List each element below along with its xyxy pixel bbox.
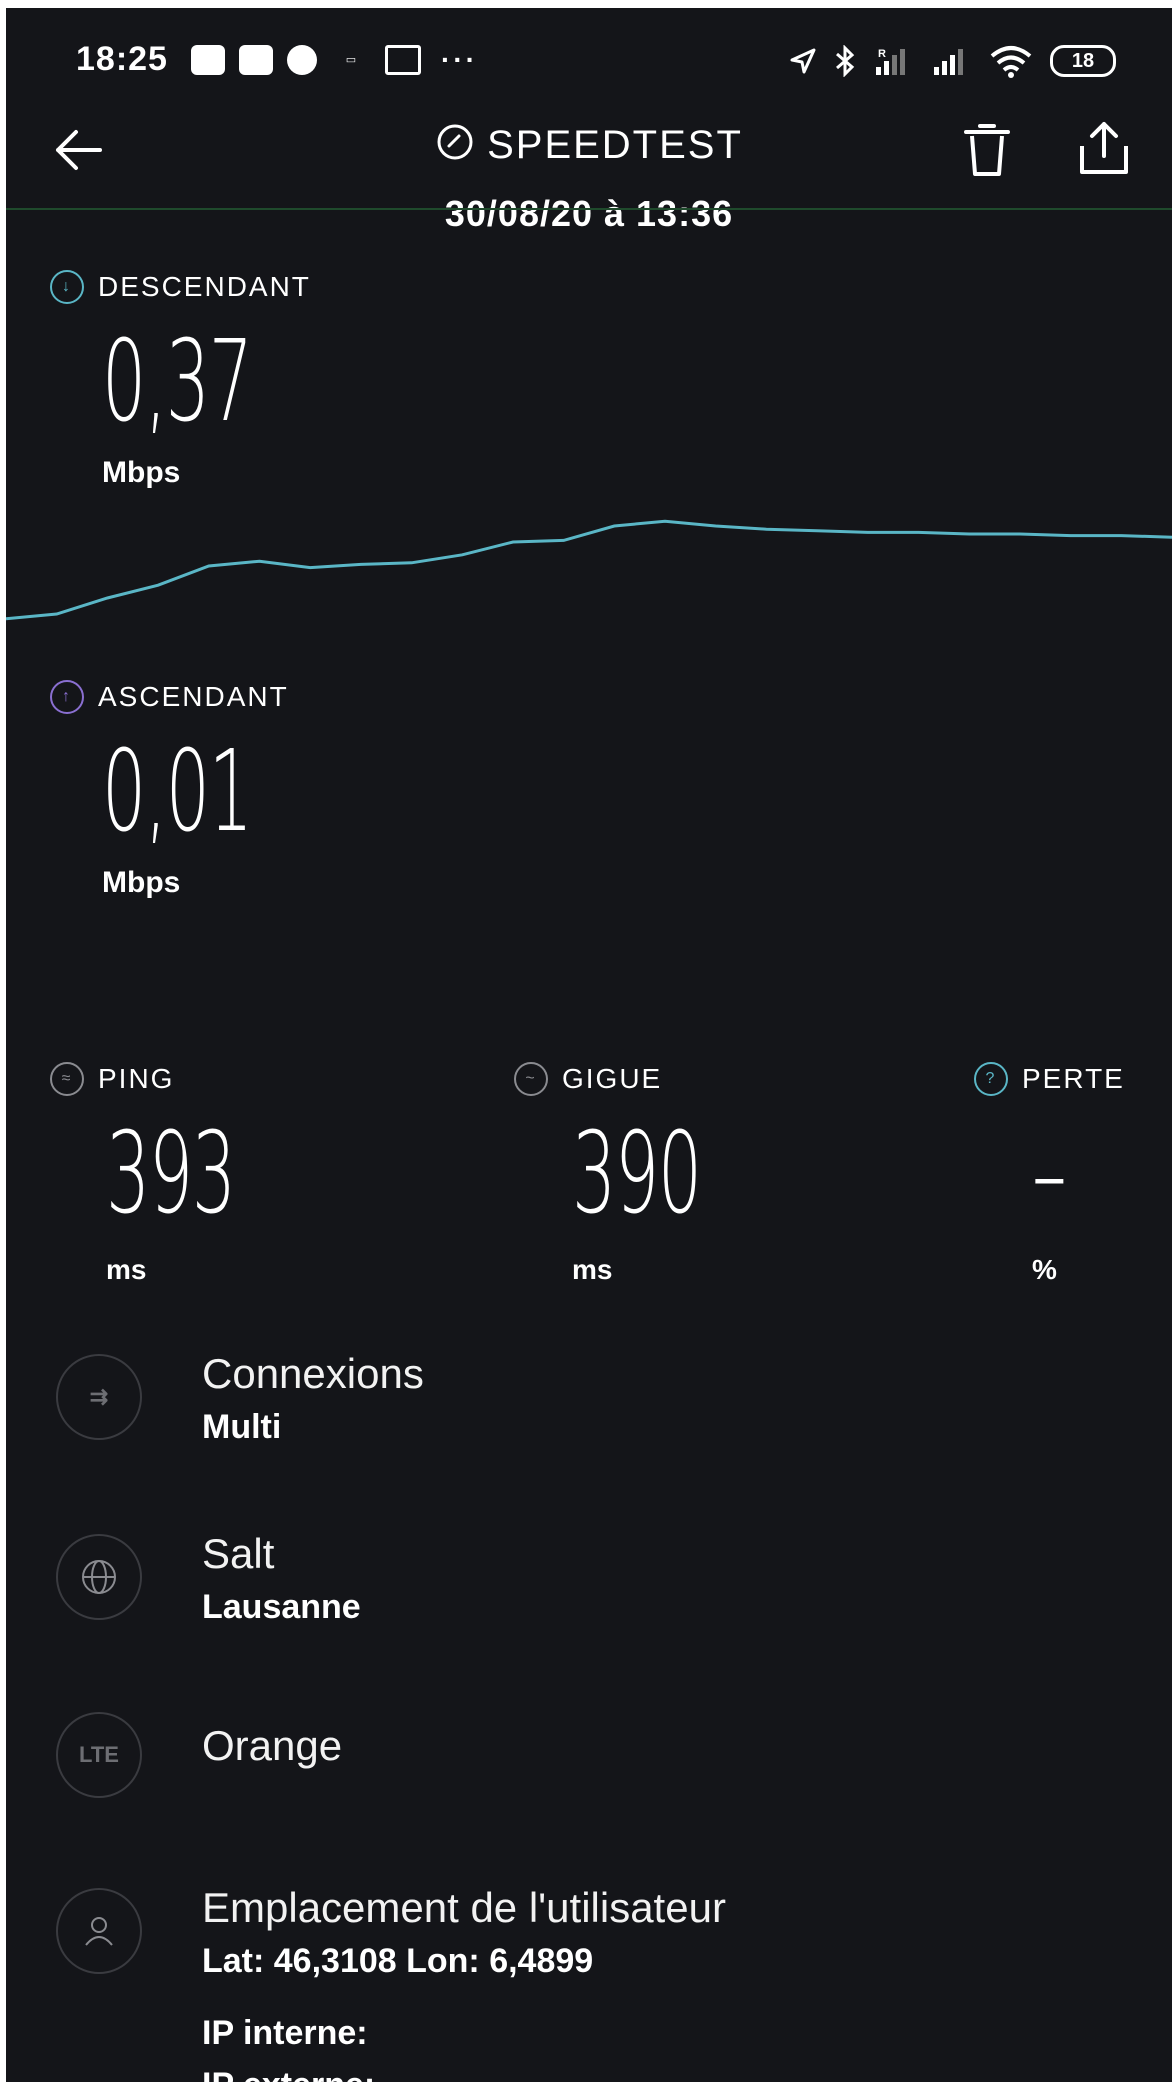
wifi-icon [990, 46, 1032, 78]
download-label: ↓ DESCENDANT [50, 270, 311, 304]
more-notifications-icon: ··· [441, 44, 478, 75]
system-icons: R 18 [788, 44, 1116, 78]
ping-label-text: PING [98, 1063, 175, 1094]
title-text: SPEEDTEST [487, 123, 743, 167]
download-icon: ↓ [50, 270, 84, 304]
share-icon[interactable] [1076, 118, 1132, 178]
upload-value: 0,01 [102, 727, 253, 857]
internal-ip: IP interne: [202, 2014, 368, 2052]
header-divider [6, 208, 1172, 210]
location-row: Emplacement de l'utilisateur Lat: 46,310… [56, 1884, 1056, 1998]
jitter-icon: ~ [514, 1062, 548, 1096]
server-provider: Salt [202, 1530, 275, 1577]
mail-icon [385, 45, 421, 75]
bluetooth-icon [836, 45, 855, 77]
test-datetime: 30/08/20 à 13:36 [444, 193, 734, 234]
youtube-icon [239, 45, 273, 75]
ping-value: 393 [106, 1109, 236, 1239]
globe-icon [56, 1534, 142, 1620]
battery-icon: 18 [1050, 45, 1116, 77]
speedometer-icon [437, 124, 473, 160]
connections-icon: ⇉ [56, 1354, 142, 1440]
lte-icon: LTE [56, 1712, 142, 1798]
location-coordinates: Lat: 46,3108 Lon: 6,4899 [202, 1942, 594, 1980]
signal-roaming-icon: R [876, 48, 905, 75]
loss-label-text: PERTE [1022, 1063, 1125, 1094]
svg-text:R: R [878, 48, 886, 60]
provider-row: LTE Orange [56, 1712, 1056, 1822]
message-icon [191, 45, 225, 75]
upload-icon: ↑ [50, 680, 84, 714]
loss-label: ? PERTE [974, 1062, 1125, 1096]
user-icon [56, 1888, 142, 1974]
location-title: Emplacement de l'utilisateur [202, 1884, 726, 1931]
download-value: 0,37 [102, 317, 253, 447]
connections-row: ⇉ Connexions Multi [56, 1350, 1056, 1464]
ping-icon: ≈ [50, 1062, 84, 1096]
delete-icon[interactable] [962, 122, 1012, 178]
download-graph [6, 519, 1172, 621]
connections-title: Connexions [202, 1350, 424, 1397]
help-icon[interactable]: ? [974, 1062, 1008, 1096]
loss-unit: % [1032, 1254, 1057, 1285]
upload-label-text: ASCENDANT [98, 681, 289, 712]
jitter-unit: ms [572, 1254, 613, 1285]
app-header: SPEEDTEST 30/08/20 à 13:36 [6, 108, 1172, 234]
jitter-label-text: GIGUE [562, 1063, 663, 1094]
loss-value: – [1032, 1109, 1067, 1239]
server-location: Lausanne [202, 1588, 361, 1626]
upload-label: ↑ ASCENDANT [50, 680, 289, 714]
server-row: Salt Lausanne [56, 1530, 1056, 1644]
jitter-label: ~ GIGUE [514, 1062, 662, 1096]
download-graph-line [6, 519, 1172, 621]
provider-name: Orange [202, 1722, 343, 1769]
speedtest-result-screen: 18:25 ▭ ··· R 18 SPEEDTEST 30/08/20 à 13… [6, 8, 1172, 2082]
signal-icon [934, 49, 963, 75]
notification-icons: ▭ ··· [191, 44, 478, 76]
photos-icon: ▭ [345, 54, 357, 66]
download-label-text: DESCENDANT [98, 271, 311, 302]
status-time: 18:25 [76, 40, 168, 78]
jitter-value: 390 [572, 1109, 702, 1239]
connections-value: Multi [202, 1408, 282, 1446]
ping-label: ≈ PING [50, 1062, 174, 1096]
status-bar: 18:25 ▭ ··· R 18 [6, 8, 1172, 108]
location-icon [790, 48, 816, 74]
app-icon [287, 45, 317, 75]
ping-unit: ms [106, 1254, 147, 1285]
external-ip: IP externe: [202, 2066, 375, 2082]
upload-unit: Mbps [102, 866, 181, 899]
